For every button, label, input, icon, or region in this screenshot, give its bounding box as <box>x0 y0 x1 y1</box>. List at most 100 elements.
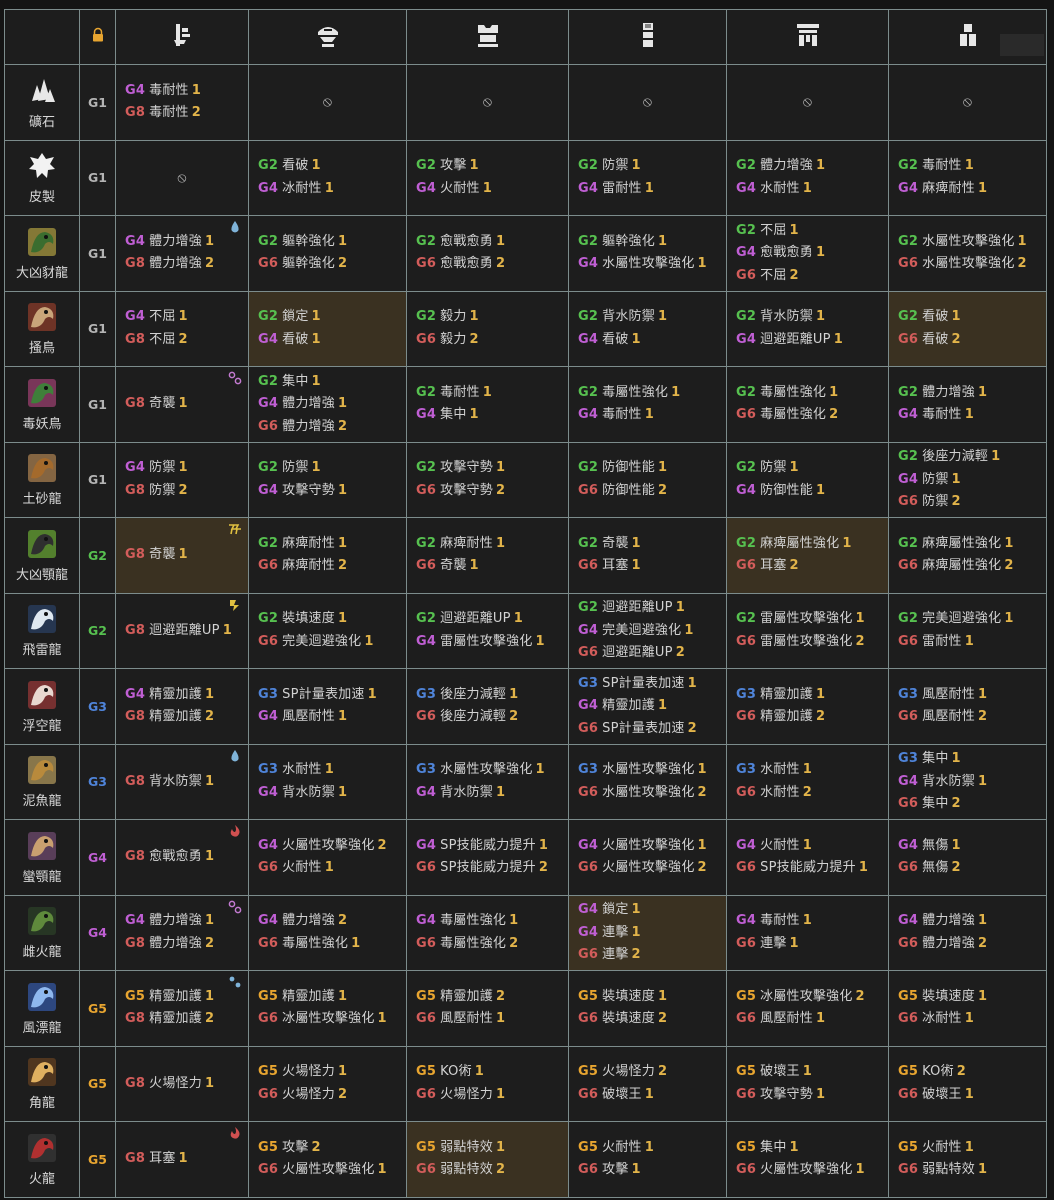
grade-label: G2 <box>258 233 279 249</box>
grade-label: G8 <box>125 1151 146 1166</box>
skill-line: G4 迴避距離UP 1 <box>736 329 888 352</box>
skill-line: G4 火屬性攻擊強化 1 <box>578 835 726 858</box>
grade-label: G6 <box>898 860 919 876</box>
skill-name: 破壞王 <box>922 1086 962 1102</box>
skill-line: G4 無傷 1 <box>898 835 1046 858</box>
skill-cell: G2 麻痺耐性 1 G6 奇襲 1 <box>406 517 569 594</box>
skill-line: G4 水耐性 1 <box>736 178 888 201</box>
monster-name: 皮製 <box>28 190 55 206</box>
none-icon: ⦸ <box>962 94 973 111</box>
skill-level: 1 <box>697 837 707 853</box>
skill-line: G2 攻擊守勢 1 <box>416 457 568 480</box>
skill-level: 1 <box>644 407 654 423</box>
skill-line: G6 毒屬性強化 2 <box>416 933 568 956</box>
skill-cell: G2 看破 1 G6 看破 2 <box>888 290 1047 367</box>
table-row: 毒妖鳥 G1 G8 奇襲 1 G2 集中 1 G4 體力增強 1 G6 體力增強 2 G2 毒耐性 1 G4 集中 1… <box>4 366 1047 443</box>
grade-label: G5 <box>258 1139 279 1155</box>
skill-level: 2 <box>337 418 348 434</box>
skill-line: G3 水屬性攻擊強化 1 <box>416 759 568 782</box>
skill-level: 1 <box>964 158 974 174</box>
skill-name: 防禦 <box>149 460 176 476</box>
skill-level: 1 <box>833 331 843 347</box>
skill-level: 2 <box>977 935 988 951</box>
monster-cell: 蠻顎龍 <box>4 819 80 896</box>
grade-label: G2 <box>258 309 279 325</box>
skill-level: 1 <box>977 686 988 702</box>
skill-line: G4 體力增強 1 <box>258 393 406 416</box>
skill-level: 2 <box>204 1011 215 1027</box>
skill-level: 1 <box>977 988 988 1004</box>
skill-cell: G8 奇襲 1 <box>115 366 249 443</box>
grade-label: G3 <box>578 762 599 778</box>
skill-level: 1 <box>509 686 519 702</box>
skill-line: G6 奇襲 1 <box>416 555 568 578</box>
skill-line: G8 奇襲 1 <box>125 393 248 416</box>
table-row: 礦石 G1 G4 毒耐性 1 G8 毒耐性 2 ⦸ ⦸ ⦸ ⦸ ⦸ <box>4 64 1047 141</box>
skill-level: 1 <box>337 709 348 725</box>
skill-name: 攻擊守勢 <box>440 482 493 498</box>
skill-level: 1 <box>631 558 641 574</box>
skill-name: 風壓耐性 <box>922 709 975 725</box>
skill-level: 1 <box>802 1064 812 1080</box>
skill-name: 精靈加護 <box>760 686 813 702</box>
skill-level: 2 <box>675 645 685 660</box>
grade-label: G2 <box>578 384 599 400</box>
skill-line: G6 完美迴避強化 1 <box>258 631 406 654</box>
skill-level: 2 <box>951 860 961 876</box>
skill-name: SP技能威力提升 <box>440 837 536 853</box>
grade-label: G2 <box>736 309 757 325</box>
lightning-icon <box>229 524 241 535</box>
grade-label: G4 <box>416 180 437 196</box>
grade-label: G2 <box>736 535 757 551</box>
skill-name: 集中 <box>440 407 467 423</box>
skill-level: 1 <box>1017 233 1027 249</box>
skill-cell: G5 裝填速度 1 G6 裝填速度 2 <box>568 970 727 1047</box>
skill-level: 1 <box>337 1064 348 1080</box>
skill-line: G6 火屬性攻擊強化 1 <box>258 1159 406 1182</box>
skill-cell: G2 背水防禦 1 G4 看破 1 <box>568 290 727 367</box>
grade-label: G6 <box>416 1086 437 1102</box>
skill-name: 風壓耐性 <box>760 1011 813 1027</box>
grade-label: G4 <box>578 622 599 638</box>
grade-label: G8 <box>125 773 146 789</box>
grade-label: G6 <box>898 494 919 509</box>
skill-level: 2 <box>337 256 348 272</box>
skill-level: 2 <box>495 256 506 272</box>
skill-line: G6 風壓耐性 1 <box>416 1008 568 1031</box>
grade-label: G3 <box>736 686 757 702</box>
skill-name: 不屈 <box>149 309 176 325</box>
skill-line: G5 火場怪力 1 <box>258 1061 406 1084</box>
grade-label: G5 <box>736 1139 757 1155</box>
grade-label: G2 <box>258 373 279 389</box>
hunting-horn-type-icon <box>174 24 190 46</box>
grade-label: G2 <box>898 611 919 627</box>
skill-level: 1 <box>513 611 523 627</box>
skill-level: 1 <box>631 924 641 940</box>
skill-level: 2 <box>829 407 839 423</box>
grade-label: G4 <box>258 180 279 196</box>
skill-line: G4 雷屬性攻擊強化 1 <box>416 631 568 654</box>
grade-label: G6 <box>898 1086 919 1102</box>
skill-line: G4 火屬性攻擊強化 2 <box>258 835 406 858</box>
table-row: 角龍 G5 G8 火場怪力 1 G5 火場怪力 1 G6 火場怪力 2 G5 KO術 1 G6 火場怪力 1 G5… <box>4 1045 1047 1122</box>
skill-line: G2 背水防禦 1 <box>578 306 726 329</box>
skill-name: 破壞王 <box>760 1064 800 1080</box>
water-drop-icon <box>231 221 239 233</box>
monster-cell: 搔鳥 <box>4 290 80 367</box>
skill-line: G2 體力增強 1 <box>736 155 888 178</box>
skill-line: G5 精靈加護 2 <box>416 986 568 1009</box>
grade-label: G2 <box>416 535 437 551</box>
skill-cell: G5 KO術 2 G6 破壞王 1 <box>888 1045 1047 1122</box>
grade-label: G5 <box>416 1139 437 1155</box>
skill-cell: G2 毒耐性 1 G4 集中 1 <box>406 366 569 443</box>
skill-line: G2 攻擊 1 <box>416 155 568 178</box>
skill-cell: G8 耳塞 1 <box>115 1121 249 1198</box>
unlock-grade: G1 <box>79 139 116 216</box>
grade-label: G6 <box>736 407 757 423</box>
skill-level: 1 <box>178 547 188 562</box>
grade-label: G6 <box>736 558 757 574</box>
skill-line: G5 火耐性 1 <box>578 1137 726 1160</box>
paolumu-icon <box>28 680 56 709</box>
skill-level: 1 <box>951 471 961 487</box>
monster-cell: 浮空龍 <box>4 668 80 745</box>
